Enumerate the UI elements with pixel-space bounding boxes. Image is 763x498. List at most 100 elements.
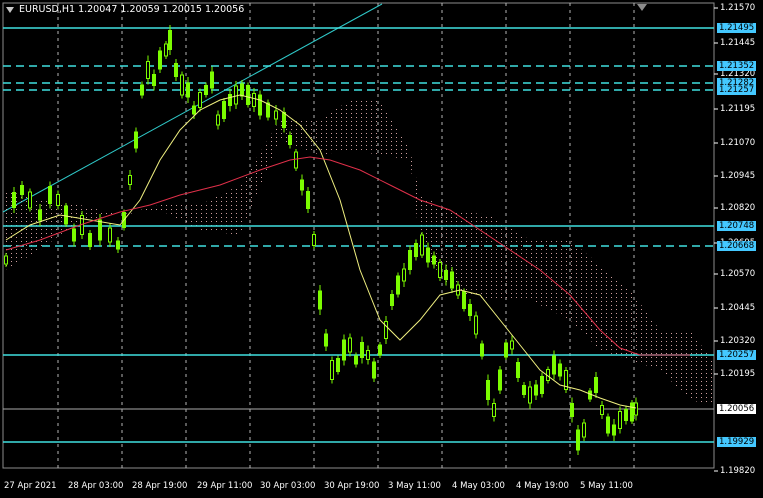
candle-body — [312, 234, 316, 246]
candle-body — [240, 83, 244, 97]
candle-body — [372, 361, 376, 379]
candle-body — [510, 340, 514, 350]
candle-body — [552, 355, 556, 375]
candle-body — [228, 94, 232, 106]
triangle-down-icon[interactable] — [6, 6, 14, 13]
candle-body — [390, 294, 394, 306]
time-axis-label: 3 May 11:00 — [388, 481, 441, 491]
candle-body — [348, 337, 352, 353]
price-chart[interactable] — [0, 0, 763, 498]
candle-body — [600, 405, 604, 415]
candle-body — [98, 219, 102, 241]
candle-body — [294, 151, 298, 169]
candle-body — [168, 30, 172, 50]
candle-body — [234, 85, 238, 105]
price-axis-label: 1.21070 — [720, 138, 756, 148]
candle-body — [366, 350, 370, 360]
candle-body — [522, 385, 526, 395]
candle-body — [468, 304, 472, 316]
candle-body — [576, 429, 580, 451]
candle-body — [570, 403, 574, 417]
candle-body — [444, 270, 448, 280]
chart-window[interactable]: EURUSD,H1 1.20047 1.20059 1.20015 1.2005… — [0, 0, 763, 498]
chart-shift-icon[interactable] — [637, 4, 647, 11]
candle-body — [486, 380, 490, 400]
time-axis-label: 30 Apr 03:00 — [260, 481, 316, 491]
time-axis-label: 28 Apr 03:00 — [68, 481, 124, 491]
candle-body — [88, 233, 92, 247]
price-axis-label: 1.21570 — [720, 3, 756, 13]
candle-body — [288, 135, 292, 145]
candle-body — [222, 101, 226, 119]
ohlc-close: 1.20056 — [204, 4, 245, 15]
ohlc-high: 1.20059 — [120, 4, 160, 15]
candle-body — [360, 342, 364, 358]
time-axis-label: 27 Apr 2021 — [4, 481, 57, 491]
candle-body — [378, 344, 382, 356]
candle-body — [128, 175, 132, 185]
candle-body — [274, 110, 278, 120]
candle-body — [330, 360, 334, 380]
candle-body — [354, 355, 358, 365]
candle-body — [152, 74, 156, 86]
level-label: 1.20668 — [717, 241, 757, 251]
candle-body — [498, 369, 502, 391]
time-axis-label: 4 May 19:00 — [516, 481, 569, 491]
level-label: 1.20257 — [717, 350, 757, 360]
price-axis-label: 1.20945 — [720, 171, 756, 181]
candle-body — [624, 409, 628, 421]
price-axis-label: 1.20820 — [720, 203, 756, 213]
candle-body — [12, 192, 16, 208]
candle-body — [204, 85, 208, 95]
candle-body — [72, 228, 76, 242]
candle-body — [252, 93, 256, 107]
time-axis-label: 30 Apr 19:00 — [324, 481, 380, 491]
price-axis-label: 1.21195 — [720, 104, 756, 114]
candle-body — [4, 255, 8, 265]
level-label: 1.19929 — [717, 437, 757, 447]
candle-body — [414, 243, 418, 257]
price-axis-label: 1.20195 — [720, 369, 756, 379]
candle-body — [336, 358, 340, 372]
candle-body — [384, 321, 388, 339]
candle-body — [48, 186, 52, 204]
current-price-label: 1.20056 — [717, 404, 757, 414]
candle-body — [246, 85, 250, 105]
time-axis-label: 4 May 03:00 — [452, 481, 505, 491]
ohlc-low: 1.20015 — [162, 4, 202, 15]
ohlc-open: 1.20047 — [78, 4, 118, 15]
candle-body — [450, 271, 454, 289]
candle-body — [618, 411, 622, 429]
candle-body — [134, 131, 138, 149]
candle-body — [462, 291, 466, 309]
time-axis-label: 29 Apr 11:00 — [197, 481, 253, 491]
price-axis-label: 1.21445 — [720, 38, 756, 48]
candle-body — [116, 240, 120, 250]
candle-body — [318, 290, 322, 310]
candle-body — [180, 74, 184, 96]
price-axis-label: 1.20445 — [720, 303, 756, 313]
candle-body — [492, 403, 496, 417]
candle-body — [108, 227, 112, 243]
candle-body — [408, 250, 412, 270]
candle-body — [634, 402, 638, 416]
candle-body — [540, 376, 544, 394]
candle-body — [258, 94, 262, 116]
candle-body — [20, 185, 24, 195]
candle-body — [174, 63, 178, 77]
ichimoku-cloud — [5, 100, 712, 405]
candle-body — [504, 342, 508, 358]
price-axis-label: 1.20570 — [720, 269, 756, 279]
candle-body — [534, 384, 538, 396]
candle-body — [606, 416, 610, 434]
symbol-header: EURUSD,H1 1.20047 1.20059 1.20015 1.2005… — [6, 4, 244, 15]
candle-body — [558, 363, 562, 377]
time-axis-label: 5 May 11:00 — [580, 481, 633, 491]
candle-body — [594, 377, 598, 393]
candle-body — [192, 105, 196, 115]
candle-body — [612, 424, 616, 436]
time-axis-label: 28 Apr 19:00 — [132, 481, 188, 491]
symbol-name: EURUSD,H1 — [19, 4, 76, 15]
level-label: 1.20748 — [717, 221, 757, 231]
candle-body — [158, 50, 162, 70]
